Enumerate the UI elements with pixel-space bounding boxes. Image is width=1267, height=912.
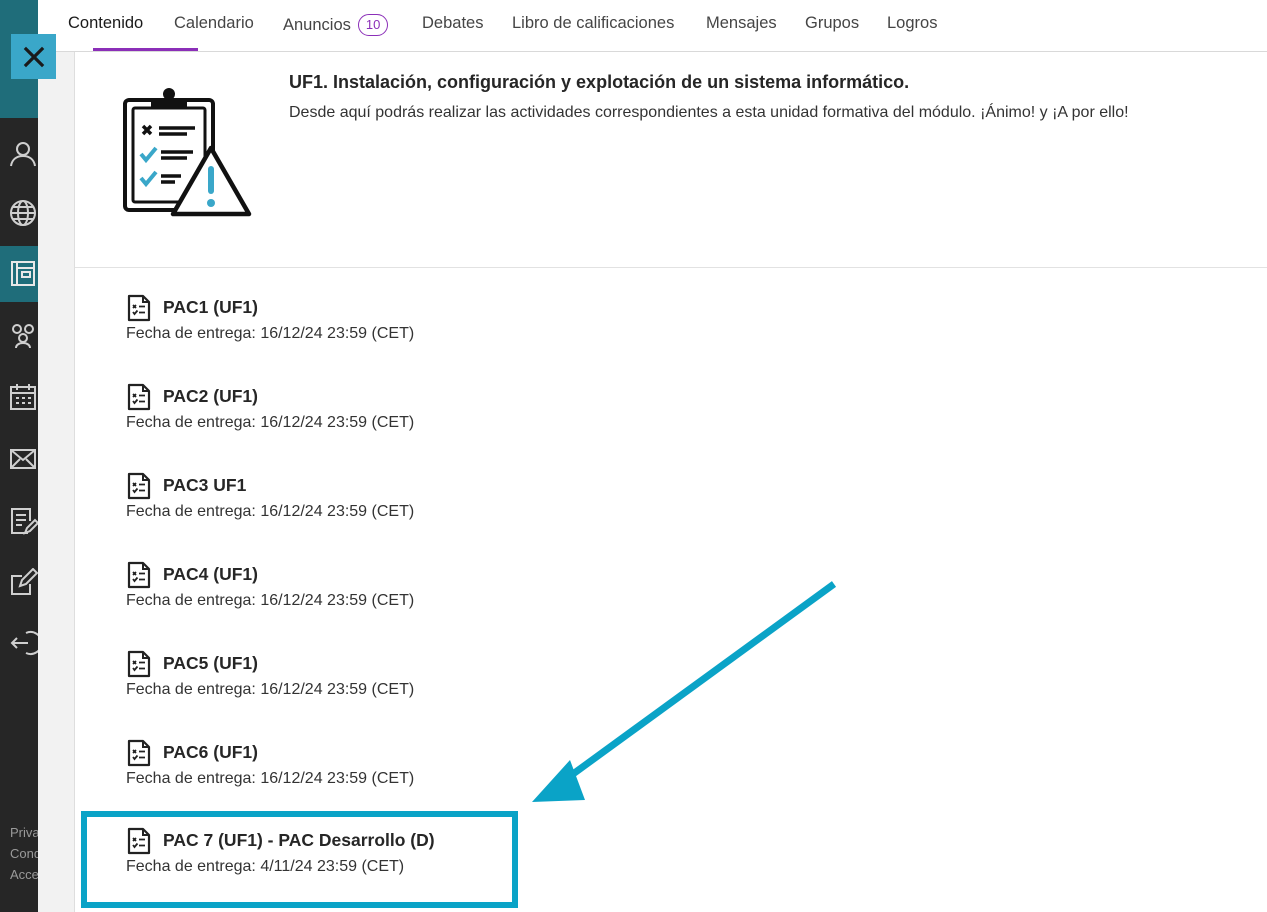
assignment-icon — [127, 739, 151, 767]
tab-label: Debates — [422, 14, 484, 32]
assignment-icon — [127, 383, 151, 411]
content-item[interactable]: PAC6 (UF1) Fecha de entrega: 16/12/24 23:… — [126, 739, 626, 809]
tab-logros[interactable]: Logros — [887, 14, 937, 33]
panel-gutter — [38, 52, 75, 912]
content-item[interactable]: PAC1 (UF1) Fecha de entrega: 16/12/24 23:… — [126, 294, 626, 364]
close-icon — [23, 46, 44, 67]
tab-label: Libro de calificaciones — [512, 14, 675, 32]
edit-icon[interactable] — [8, 567, 38, 598]
highlight-box — [81, 811, 518, 908]
content-item[interactable]: PAC4 (UF1) Fecha de entrega: 16/12/24 23:… — [126, 561, 626, 631]
tab-anuncios[interactable]: Anuncios 10 — [283, 14, 389, 36]
item-due-date: Fecha de entrega: 16/12/24 23:59 (CET) — [126, 325, 415, 342]
tab-contenido[interactable]: Contenido — [68, 14, 143, 33]
item-due-date: Fecha de entrega: 16/12/24 23:59 (CET) — [126, 681, 415, 698]
tab-mensajes[interactable]: Mensajes — [706, 14, 777, 33]
content-item[interactable]: PAC5 (UF1) Fecha de entrega: 16/12/24 23:… — [126, 650, 626, 720]
grades-icon[interactable] — [8, 506, 38, 536]
item-due-date: Fecha de entrega: 16/12/24 23:59 (CET) — [126, 770, 415, 787]
privacy-link[interactable]: Priva — [10, 822, 38, 843]
item-title-link[interactable]: PAC3 UF1 — [163, 475, 246, 496]
item-due-date: Fecha de entrega: 16/12/24 23:59 (CET) — [126, 592, 415, 609]
close-button[interactable] — [11, 34, 56, 79]
unit-description: Desde aquí podrás realizar las actividad… — [289, 104, 1129, 121]
side-navigation: Priva Cond Acce — [0, 0, 38, 912]
content-item[interactable]: PAC2 (UF1) Fecha de entrega: 16/12/24 23:… — [126, 383, 626, 453]
item-title-link[interactable]: PAC2 (UF1) — [163, 386, 258, 407]
unit-title: UF1. Instalación, configuración y explot… — [289, 72, 910, 92]
calendar-icon[interactable] — [8, 382, 38, 412]
course-tab-bar: Contenido Calendario Anuncios 10 Debates … — [38, 0, 1267, 52]
globe-icon[interactable] — [8, 198, 38, 228]
groups-icon[interactable] — [8, 320, 38, 350]
logout-icon[interactable] — [8, 628, 38, 658]
item-title-link[interactable]: PAC1 (UF1) — [163, 297, 258, 318]
active-tab-indicator — [93, 48, 198, 51]
user-icon[interactable] — [8, 138, 38, 168]
tab-label: Calendario — [174, 14, 254, 32]
tab-label: Grupos — [805, 14, 860, 32]
announcements-count-badge: 10 — [357, 14, 389, 36]
tab-libro-de-calificaciones[interactable]: Libro de calificaciones — [512, 14, 674, 33]
mail-icon[interactable] — [8, 444, 38, 474]
courses-icon[interactable] — [8, 258, 38, 288]
assignment-icon — [127, 294, 151, 322]
item-due-date: Fecha de entrega: 16/12/24 23:59 (CET) — [126, 414, 415, 431]
tab-debates[interactable]: Debates — [422, 14, 483, 33]
tab-label: Mensajes — [706, 14, 777, 32]
accessibility-link[interactable]: Acce — [10, 864, 38, 885]
tab-label: Logros — [887, 14, 938, 32]
item-title-link[interactable]: PAC5 (UF1) — [163, 653, 258, 674]
checklist-warning-icon — [123, 88, 252, 217]
nav-footer-links[interactable]: Priva Cond Acce — [10, 822, 38, 885]
content-item[interactable]: PAC3 UF1 Fecha de entrega: 16/12/24 23:59… — [126, 472, 626, 542]
tab-calendario[interactable]: Calendario — [174, 14, 254, 33]
assignment-icon — [127, 650, 151, 678]
tab-label: Contenido — [68, 14, 144, 32]
tab-label: Anuncios — [283, 16, 351, 34]
conditions-link[interactable]: Cond — [10, 843, 38, 864]
unit-header: UF1. Instalación, configuración y explot… — [75, 52, 1267, 268]
assignment-icon — [127, 561, 151, 589]
item-title-link[interactable]: PAC6 (UF1) — [163, 742, 258, 763]
tab-grupos[interactable]: Grupos — [805, 14, 859, 33]
item-due-date: Fecha de entrega: 16/12/24 23:59 (CET) — [126, 503, 415, 520]
item-title-link[interactable]: PAC4 (UF1) — [163, 564, 258, 585]
assignment-icon — [127, 472, 151, 500]
